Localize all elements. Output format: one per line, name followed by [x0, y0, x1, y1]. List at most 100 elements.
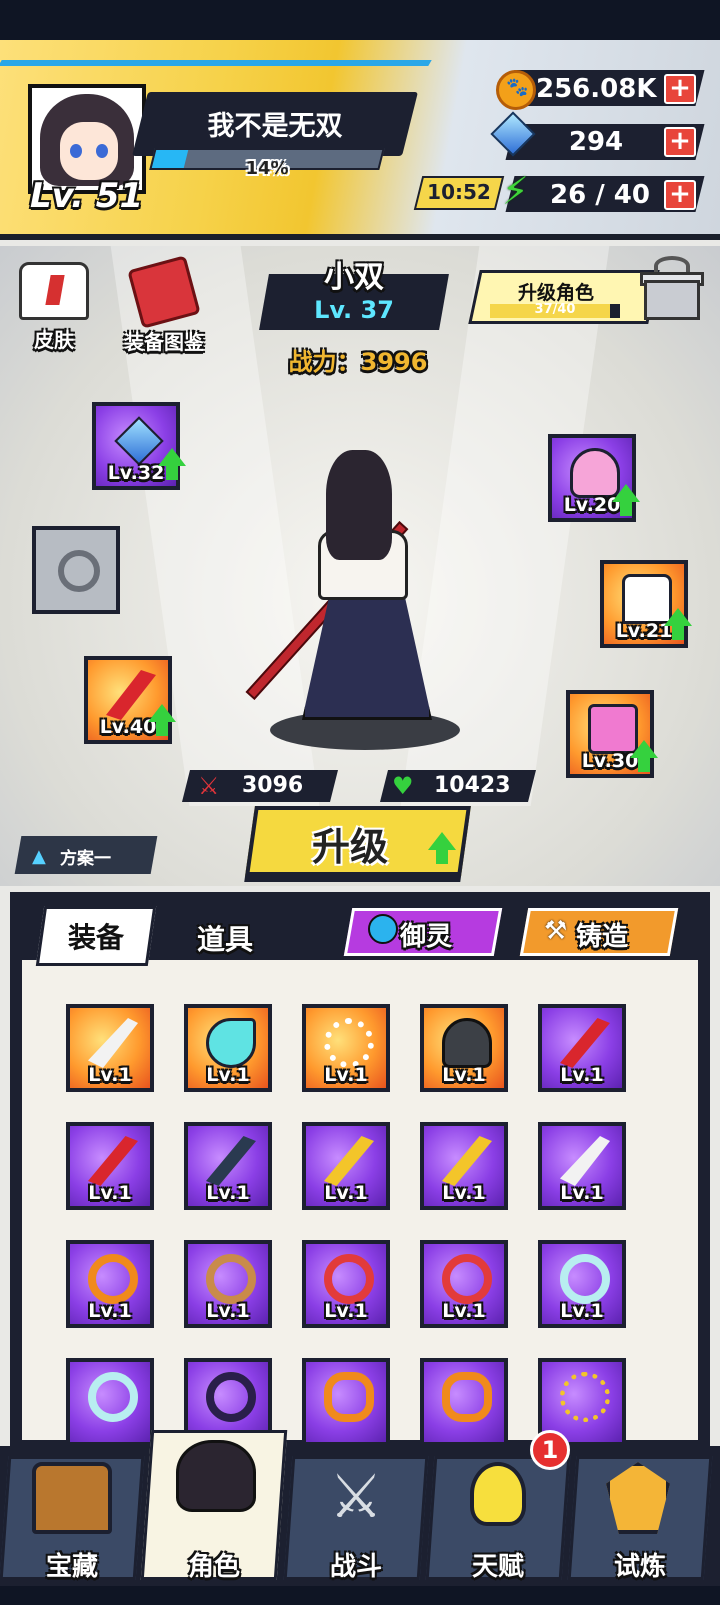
red-blade-icon	[88, 1136, 138, 1186]
upgrade-arrow-icon	[428, 832, 456, 864]
gem-necklace-icon	[560, 1372, 610, 1422]
dark-ring-icon	[206, 1372, 256, 1422]
character-portrait-icon	[176, 1440, 256, 1512]
tab-items[interactable]: 道具	[170, 918, 280, 958]
add-energy-button[interactable]: +	[664, 180, 696, 210]
catalog-label: 装备图鉴	[124, 330, 204, 354]
upgrade-character-count: 37/40	[534, 302, 576, 317]
avatar-eye	[70, 144, 82, 158]
dragon-ring-icon	[324, 1372, 374, 1422]
bronze-ring-icon	[206, 1254, 256, 1304]
inventory-item-level: Lv.1	[442, 1182, 486, 1204]
catalog-button[interactable]: 装备图鉴	[112, 255, 216, 355]
inventory-item[interactable]: Lv.1	[420, 1004, 508, 1092]
sprite-hair	[326, 450, 392, 560]
add-coins-button[interactable]: +	[664, 74, 696, 104]
red-blade-icon	[560, 1018, 610, 1068]
inventory-item[interactable]: Lv.1	[184, 1240, 272, 1328]
hp-value: 10423	[434, 773, 511, 798]
inventory-item-level: Lv.1	[206, 1064, 250, 1086]
nav-character-label: 角色	[187, 1552, 240, 1582]
spirit-icon	[368, 914, 398, 944]
lightning-icon: ⚡	[502, 169, 529, 213]
sword-icon: ⚔	[198, 772, 220, 800]
inventory-grid: Lv.1 Lv.1 Lv.1 Lv.1 Lv.1 Lv.1 Lv.1 Lv.1 Lv.1 Lv.1…	[66, 1004, 636, 1444]
amulet-icon	[114, 416, 164, 466]
inventory-item[interactable]: Lv.1	[420, 1122, 508, 1210]
inventory-item[interactable]	[66, 1358, 154, 1444]
red-ring-icon	[324, 1254, 374, 1304]
helmet-icon	[442, 1018, 492, 1068]
coin-icon	[496, 70, 536, 110]
character-sprite	[230, 440, 490, 760]
notification-badge: 1	[530, 1430, 570, 1470]
dragon-ring-icon	[442, 1372, 492, 1422]
inventory-item[interactable]: Lv.1	[66, 1122, 154, 1210]
coin-amount: 256.08K	[536, 74, 657, 104]
upgrade-character-label: 升级角色	[517, 282, 594, 304]
inventory-item-level: Lv.1	[560, 1300, 604, 1322]
player-name: 我不是无双	[207, 111, 343, 142]
moon-ring-icon	[88, 1372, 138, 1422]
inventory-item[interactable]: Lv.1	[184, 1004, 272, 1092]
treasure-chest-icon	[32, 1462, 112, 1534]
attack-value: 3096	[242, 773, 304, 798]
gem-amount: 294	[568, 127, 624, 157]
player-level: Lv. 51	[30, 176, 144, 216]
red-ring-icon	[442, 1254, 492, 1304]
heart-icon: ♥	[392, 772, 414, 800]
energy-timer: 10:52	[427, 180, 491, 204]
character-name: 小双	[324, 260, 384, 295]
combat-power: 战力：3996	[288, 348, 428, 376]
inventory-item-level: Lv.1	[88, 1064, 132, 1086]
inventory-item[interactable]: Lv.1	[302, 1122, 390, 1210]
equipped-ring-slot[interactable]	[32, 526, 120, 614]
system-nav-bar	[0, 1586, 720, 1605]
forge-label: 铸造	[576, 922, 629, 952]
nav-battle-label: 战斗	[329, 1552, 382, 1582]
inventory-item[interactable]: Lv.1	[538, 1122, 626, 1210]
inventory-item-level: Lv.1	[206, 1300, 250, 1322]
skin-label: 皮肤	[34, 328, 74, 352]
gift-box	[644, 280, 700, 320]
inventory-item[interactable]: Lv.1	[66, 1240, 154, 1328]
inventory-item[interactable]: Lv.1	[420, 1240, 508, 1328]
avatar-eye	[96, 144, 108, 158]
orange-ring-icon	[88, 1254, 138, 1304]
inventory-item-level: Lv.1	[442, 1064, 486, 1086]
character-level: Lv. 37	[314, 296, 394, 324]
inventory-item[interactable]: Lv.1	[66, 1004, 154, 1092]
energy-amount: 26 / 40	[550, 180, 650, 210]
upgrade-arrow-icon	[630, 740, 658, 772]
inventory-item[interactable]: Lv.1	[538, 1004, 626, 1092]
ring-placeholder-icon	[58, 550, 100, 592]
add-gems-button[interactable]: +	[664, 127, 696, 157]
inventory-item-level: Lv.1	[560, 1064, 604, 1086]
scimitar-icon	[88, 1018, 138, 1068]
header-stripe	[0, 60, 432, 66]
gift-icon[interactable]	[636, 256, 706, 322]
triangle-up-icon: ▲	[32, 846, 46, 867]
inventory-item-level: Lv.1	[324, 1300, 368, 1322]
inventory-item[interactable]	[420, 1358, 508, 1444]
necklace-icon	[206, 1018, 256, 1068]
inventory-item[interactable]: Lv.1	[302, 1004, 390, 1092]
inventory-item[interactable]: Lv.1	[184, 1122, 272, 1210]
exp-percent: 14%	[245, 158, 289, 179]
gold-blade-icon	[442, 1136, 492, 1186]
moon-ring-icon	[560, 1254, 610, 1304]
inventory-item[interactable]: Lv.1	[538, 1240, 626, 1328]
upgrade-arrow-icon	[612, 484, 640, 516]
scimitar-icon	[560, 1136, 610, 1186]
upgrade-label: 升级	[311, 825, 388, 869]
book-icon	[127, 255, 201, 329]
inventory-item[interactable]	[302, 1358, 390, 1444]
dark-blade-icon	[206, 1136, 256, 1186]
inventory-item[interactable]: Lv.1	[302, 1240, 390, 1328]
skin-button[interactable]: 皮肤	[14, 262, 94, 353]
nav-talent-label: 天赋	[471, 1552, 524, 1582]
lightbulb-icon	[470, 1462, 526, 1526]
inventory-item-level: Lv.1	[442, 1300, 486, 1322]
inventory-item-level: Lv.1	[560, 1182, 604, 1204]
gold-blade-icon	[324, 1136, 374, 1186]
